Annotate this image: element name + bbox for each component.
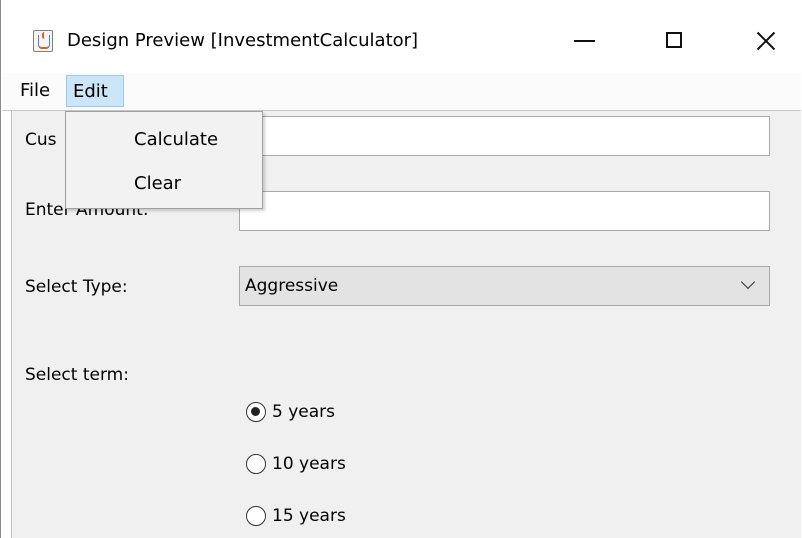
window-title: Design Preview [InvestmentCalculator] [67, 30, 419, 51]
customer-label: Cus [25, 130, 57, 150]
edit-menu-dropdown: Calculate Clear [65, 111, 263, 209]
menu-item-calculate[interactable]: Calculate [134, 127, 218, 153]
app-window: Design Preview [InvestmentCalculator] Fi… [0, 0, 801, 538]
close-icon[interactable] [742, 20, 788, 62]
radio-unchecked-icon[interactable] [246, 506, 266, 526]
customer-field[interactable] [239, 116, 770, 156]
chevron-down-icon [740, 274, 756, 290]
term-radio-label: 10 years [272, 454, 346, 474]
radio-unchecked-icon[interactable] [246, 454, 266, 474]
maximize-icon[interactable] [651, 20, 697, 62]
menu-bar: File Edit [2, 73, 801, 111]
type-label: Select Type: [25, 277, 128, 297]
term-radio-label: 15 years [272, 506, 346, 526]
menu-file[interactable]: File [14, 75, 66, 107]
radio-checked-icon[interactable] [246, 402, 266, 422]
amount-field[interactable] [239, 191, 770, 231]
term-radio-label: 5 years [272, 402, 336, 422]
title-bar[interactable]: Design Preview [InvestmentCalculator] [1, 0, 801, 73]
minimize-icon[interactable] [561, 20, 607, 62]
type-select[interactable]: Aggressive [239, 266, 770, 306]
term-label: Select term: [25, 365, 129, 385]
type-select-value: Aggressive [245, 276, 339, 296]
java-cup-icon [33, 30, 53, 52]
menu-edit[interactable]: Edit [66, 75, 124, 107]
menu-item-clear[interactable]: Clear [134, 171, 181, 197]
